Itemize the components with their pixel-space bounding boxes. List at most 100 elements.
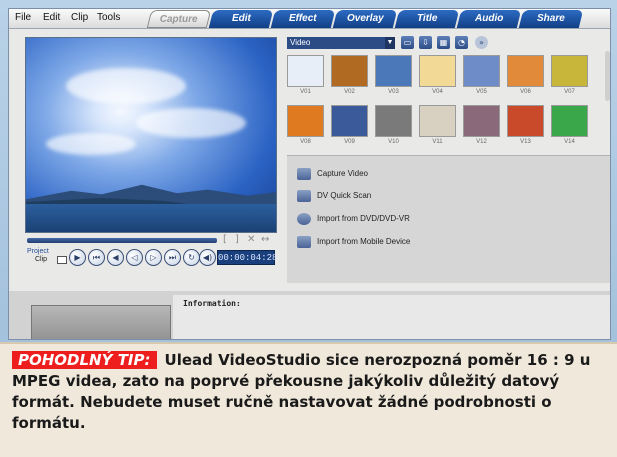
mark-in-icon[interactable]: [ (223, 234, 227, 245)
capture-options-panel: Capture Video DV Quick Scan Import from … (287, 155, 610, 283)
play-icon[interactable]: ▶ (69, 249, 86, 266)
thumb-image (463, 105, 500, 137)
project-label: Project (27, 248, 49, 255)
import-mobile-label: Import from Mobile Device (317, 237, 411, 246)
scrub-bar[interactable] (27, 238, 217, 243)
library-thumb[interactable]: V09 (331, 105, 368, 149)
folder-icon[interactable]: ▭ (401, 36, 414, 49)
expand-icon[interactable]: » (475, 36, 488, 49)
disc-icon (297, 213, 311, 225)
end-icon[interactable]: ⏭ (164, 249, 181, 266)
thumb-label: V03 (388, 89, 399, 95)
library-thumb[interactable]: V02 (331, 55, 368, 99)
thumb-image (551, 105, 588, 137)
thumb-label: V13 (520, 139, 531, 145)
dv-quick-scan-label: DV Quick Scan (317, 191, 372, 200)
videostudio-window: File Edit Clip Tools Capture Edit Effect… (8, 8, 611, 340)
tip-paragraph: POHODLNÝ TIP: Ulead VideoStudio sice nero… (12, 350, 605, 434)
thumb-image (331, 55, 368, 87)
library-thumb[interactable]: V05 (463, 55, 500, 99)
thumb-image (419, 55, 456, 87)
import-icon[interactable]: ⇩ (419, 36, 432, 49)
thumb-image (331, 105, 368, 137)
library-thumbnails: V01 V02 V03 V04 V05 V06 V07 V08 V09 V10 … (287, 55, 597, 151)
library-thumb[interactable]: V12 (463, 105, 500, 149)
library-scrollbar[interactable] (605, 51, 610, 101)
thumb-label: V09 (344, 139, 355, 145)
video-preview (25, 37, 277, 233)
library-category-value: Video (290, 38, 311, 47)
library-thumb[interactable]: V13 (507, 105, 544, 149)
thumb-image (287, 105, 324, 137)
step-forward-icon[interactable]: ▷ (145, 249, 162, 266)
storyboard-icon[interactable]: ▦ (437, 36, 450, 49)
tab-share[interactable]: Share (518, 10, 584, 28)
mark-out-icon[interactable]: ] (235, 234, 239, 245)
thumb-label: V02 (344, 89, 355, 95)
capture-preview-thumbnail (31, 305, 171, 339)
thumb-image (507, 55, 544, 87)
project-clip-toggle[interactable]: Project Clip (27, 248, 49, 264)
thumb-image (463, 55, 500, 87)
thumb-label: V12 (476, 139, 487, 145)
mobile-device-icon (297, 236, 311, 248)
library-thumb[interactable]: V03 (375, 55, 412, 99)
library-thumb[interactable]: V01 (287, 55, 324, 99)
split-icon[interactable]: ✕ (247, 234, 255, 245)
library-thumb[interactable]: V14 (551, 105, 588, 149)
tab-audio[interactable]: Audio (456, 10, 522, 28)
library-thumb[interactable]: V08 (287, 105, 324, 149)
tab-overlay[interactable]: Overlay (332, 10, 398, 28)
enlarge-icon[interactable]: ↔ (261, 234, 269, 245)
step-back-icon[interactable]: ◁ (126, 249, 143, 266)
thumb-image (419, 105, 456, 137)
thumb-image (375, 105, 412, 137)
thumb-label: V14 (564, 139, 575, 145)
preview-cloud (66, 68, 186, 104)
preview-cloud (136, 108, 246, 138)
tab-capture[interactable]: Capture (146, 10, 212, 28)
timecode-display[interactable]: 00:00:04:28 (217, 250, 277, 265)
tab-edit[interactable]: Edit (208, 10, 274, 28)
project-clip-slider[interactable] (57, 256, 67, 264)
repeat-icon[interactable]: ↻ (183, 249, 200, 266)
capture-video-label: Capture Video (317, 169, 368, 178)
library-thumb[interactable]: V04 (419, 55, 456, 99)
options-icon[interactable]: ◔ (455, 36, 468, 49)
camcorder-icon (297, 168, 311, 180)
menu-clip[interactable]: Clip (71, 12, 88, 23)
home-icon[interactable]: ⏮ (88, 249, 105, 266)
tip-box: POHODLNÝ TIP: Ulead VideoStudio sice nero… (0, 342, 617, 457)
thumb-image (551, 55, 588, 87)
thumb-label: V11 (432, 139, 443, 145)
menu-tools[interactable]: Tools (97, 12, 120, 23)
previous-icon[interactable]: ◀ (107, 249, 124, 266)
information-label: Information: (183, 299, 241, 308)
tab-effect[interactable]: Effect (270, 10, 336, 28)
menu-edit[interactable]: Edit (43, 12, 60, 23)
thumb-label: V01 (300, 89, 311, 95)
thumb-label: V08 (300, 139, 311, 145)
library-category-select[interactable]: Video ▼ (287, 37, 395, 49)
library-thumb[interactable]: V10 (375, 105, 412, 149)
library-thumb[interactable]: V11 (419, 105, 456, 149)
tab-title[interactable]: Title (394, 10, 460, 28)
clip-label: Clip (35, 256, 48, 263)
thumb-image (507, 105, 544, 137)
thumb-image (287, 55, 324, 87)
transport-bar: Project Clip ▶ ⏮ ◀ ◁ ▷ ⏭ ↻ ◀) 00:00:04:2… (27, 246, 277, 270)
menu-bar: File Edit Clip Tools Capture Edit Effect… (9, 9, 610, 29)
step-tabs: Capture Edit Effect Overlay Title Audio … (146, 10, 610, 29)
thumb-label: V10 (388, 139, 399, 145)
preview-water (26, 204, 276, 232)
chevron-down-icon[interactable]: ▼ (385, 37, 395, 49)
tip-tag: POHODLNÝ TIP: (12, 351, 157, 369)
volume-icon[interactable]: ◀) (199, 249, 216, 266)
preview-cloud (46, 133, 136, 155)
thumb-label: V06 (520, 89, 531, 95)
import-dvd-label: Import from DVD/DVD-VR (317, 214, 410, 223)
library-thumb[interactable]: V07 (551, 55, 588, 99)
library-thumb[interactable]: V06 (507, 55, 544, 99)
thumb-image (375, 55, 412, 87)
menu-file[interactable]: File (15, 12, 31, 23)
